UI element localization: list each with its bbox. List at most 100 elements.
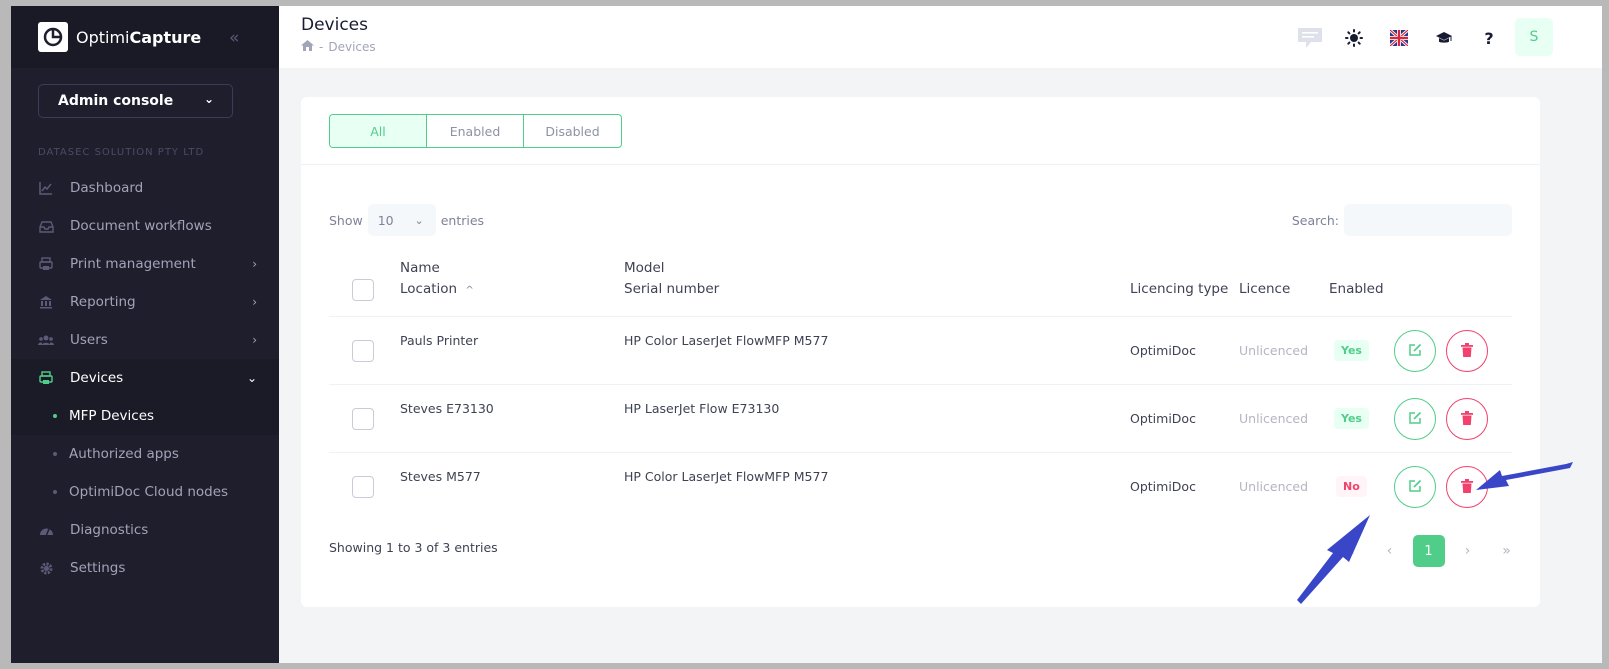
page-length-value: 10: [377, 212, 394, 228]
printer-icon: [38, 256, 54, 272]
filter-tabs: All Enabled Disabled: [329, 114, 622, 148]
sidebar-item-mfp-devices[interactable]: MFP Devices: [11, 397, 279, 435]
sidebar-item-label: Users: [70, 332, 108, 348]
edit-button[interactable]: [1394, 330, 1436, 372]
users-icon: [38, 332, 54, 348]
delete-button[interactable]: [1446, 398, 1488, 440]
card-divider: [301, 164, 1540, 165]
search-input[interactable]: [1344, 204, 1512, 236]
sidebar-item-authorized-apps[interactable]: Authorized apps: [11, 435, 279, 473]
device-licence: Unlicenced: [1239, 479, 1309, 494]
header-location[interactable]: Location ^: [400, 281, 474, 297]
header-name[interactable]: Name: [400, 260, 440, 276]
page-title: Devices: [301, 15, 368, 35]
edit-icon: [1408, 479, 1422, 496]
sidebar-item-label: Print management: [70, 256, 196, 272]
row-checkbox[interactable]: [352, 340, 374, 362]
sidebar: OptimiCapture « Admin console ⌄ DATASEC …: [11, 6, 279, 663]
breadcrumb-current[interactable]: Devices: [328, 40, 375, 54]
bullet-icon: [53, 490, 57, 494]
gear-icon: [38, 560, 54, 576]
chevron-right-icon: ›: [252, 295, 257, 309]
sidebar-item-document-workflows[interactable]: Document workflows: [11, 207, 279, 245]
app-window: OptimiCapture « Admin console ⌄ DATASEC …: [11, 6, 1602, 663]
sidebar-item-label: MFP Devices: [69, 408, 155, 424]
delete-button[interactable]: [1446, 330, 1488, 372]
header-licencing-type[interactable]: Licencing type: [1130, 281, 1228, 297]
device-model: HP Color LaserJet FlowMFP M577: [624, 333, 829, 348]
entries-label: entries: [440, 212, 485, 228]
page-length-select[interactable]: 10 ⌄: [367, 204, 436, 236]
sidebar-item-dashboard[interactable]: Dashboard: [11, 169, 279, 207]
bank-icon: [38, 294, 54, 310]
next-page-icon[interactable]: ›: [1452, 535, 1484, 567]
page-button[interactable]: 1: [1412, 535, 1445, 567]
devices-card: All Enabled Disabled Show 10 ⌄ entries S…: [301, 97, 1540, 607]
header-enabled[interactable]: Enabled: [1329, 281, 1384, 297]
brand-name-light: Optimi: [76, 27, 130, 47]
home-icon[interactable]: [301, 40, 314, 54]
device-name: Pauls Printer: [400, 333, 479, 348]
sidebar-item-label: OptimiDoc Cloud nodes: [69, 484, 229, 500]
row-checkbox[interactable]: [352, 408, 374, 430]
graduation-cap-icon[interactable]: [1427, 21, 1461, 55]
sidebar-item-label: Settings: [70, 560, 126, 576]
table-row: Pauls Printer HP Color LaserJet FlowMFP …: [329, 317, 1512, 385]
sidebar-item-settings[interactable]: Settings: [11, 549, 279, 587]
sidebar-item-label: Authorized apps: [69, 446, 179, 462]
status-badge: Yes: [1334, 408, 1369, 429]
sidebar-item-diagnostics[interactable]: Diagnostics: [11, 511, 279, 549]
organization-label: DATASEC SOLUTION PTY LTD: [38, 147, 205, 158]
header-location-label: Location: [400, 281, 458, 297]
user-avatar[interactable]: S: [1515, 18, 1553, 56]
theme-sun-icon[interactable]: [1337, 21, 1371, 55]
sidebar-item-devices[interactable]: Devices ⌄: [11, 359, 279, 397]
collapse-sidebar-icon[interactable]: «: [229, 28, 239, 48]
sidebar-item-label: Dashboard: [70, 180, 144, 196]
help-icon[interactable]: ?: [1472, 21, 1506, 55]
device-licencing-type: OptimiDoc: [1130, 343, 1196, 358]
row-checkbox[interactable]: [352, 476, 374, 498]
device-model: HP LaserJet Flow E73130: [624, 401, 780, 416]
sidebar-item-cloud-nodes[interactable]: OptimiDoc Cloud nodes: [11, 473, 279, 511]
filter-enabled[interactable]: Enabled: [427, 115, 524, 147]
sidebar-item-users[interactable]: Users ›: [11, 321, 279, 359]
chart-line-icon: [38, 180, 54, 196]
sidebar-menu: Dashboard Document workflows Print manag…: [11, 169, 279, 587]
show-label: Show: [329, 212, 363, 228]
brand-name-bold: Capture: [129, 27, 202, 47]
uk-flag-icon[interactable]: [1382, 21, 1416, 55]
prev-page-icon[interactable]: ‹: [1374, 535, 1406, 567]
pagination: « ‹ 1 › »: [1331, 535, 1526, 567]
delete-button[interactable]: [1446, 466, 1488, 508]
edit-button[interactable]: [1394, 466, 1436, 508]
select-all-checkbox[interactable]: [352, 279, 374, 301]
header-model[interactable]: Model: [624, 260, 665, 276]
sidebar-item-print-management[interactable]: Print management ›: [11, 245, 279, 283]
filter-disabled[interactable]: Disabled: [524, 115, 621, 147]
last-page-icon[interactable]: »: [1491, 535, 1523, 567]
header-serial[interactable]: Serial number: [624, 281, 719, 297]
header-licence[interactable]: Licence: [1239, 281, 1290, 297]
gauge-icon: [38, 522, 54, 538]
logo-icon: [38, 22, 68, 52]
sidebar-item-reporting[interactable]: Reporting ›: [11, 283, 279, 321]
table-header: Name Location ^ Model Serial number Lice…: [329, 247, 1512, 317]
filter-all[interactable]: All: [330, 115, 427, 147]
sort-asc-icon: ^: [465, 285, 474, 296]
edit-button[interactable]: [1394, 398, 1436, 440]
search-control: Search:: [1292, 204, 1512, 236]
device-name: Steves E73130: [400, 401, 494, 416]
sidebar-item-label: Reporting: [70, 294, 136, 310]
chevron-right-icon: ›: [252, 333, 257, 347]
table-info: Showing 1 to 3 of 3 entries: [329, 540, 498, 555]
devices-table: Name Location ^ Model Serial number Lice…: [329, 247, 1512, 521]
first-page-icon[interactable]: «: [1335, 535, 1367, 567]
chat-icon[interactable]: [1293, 21, 1327, 55]
top-header: Devices - Devices ? S: [279, 6, 1602, 68]
chevron-down-icon: ⌄: [246, 371, 257, 385]
edit-icon: [1408, 343, 1422, 360]
inbox-icon: [38, 218, 54, 234]
console-selector[interactable]: Admin console ⌄: [38, 84, 233, 118]
table-row: Steves E73130 HP LaserJet Flow E73130 Op…: [329, 385, 1512, 453]
